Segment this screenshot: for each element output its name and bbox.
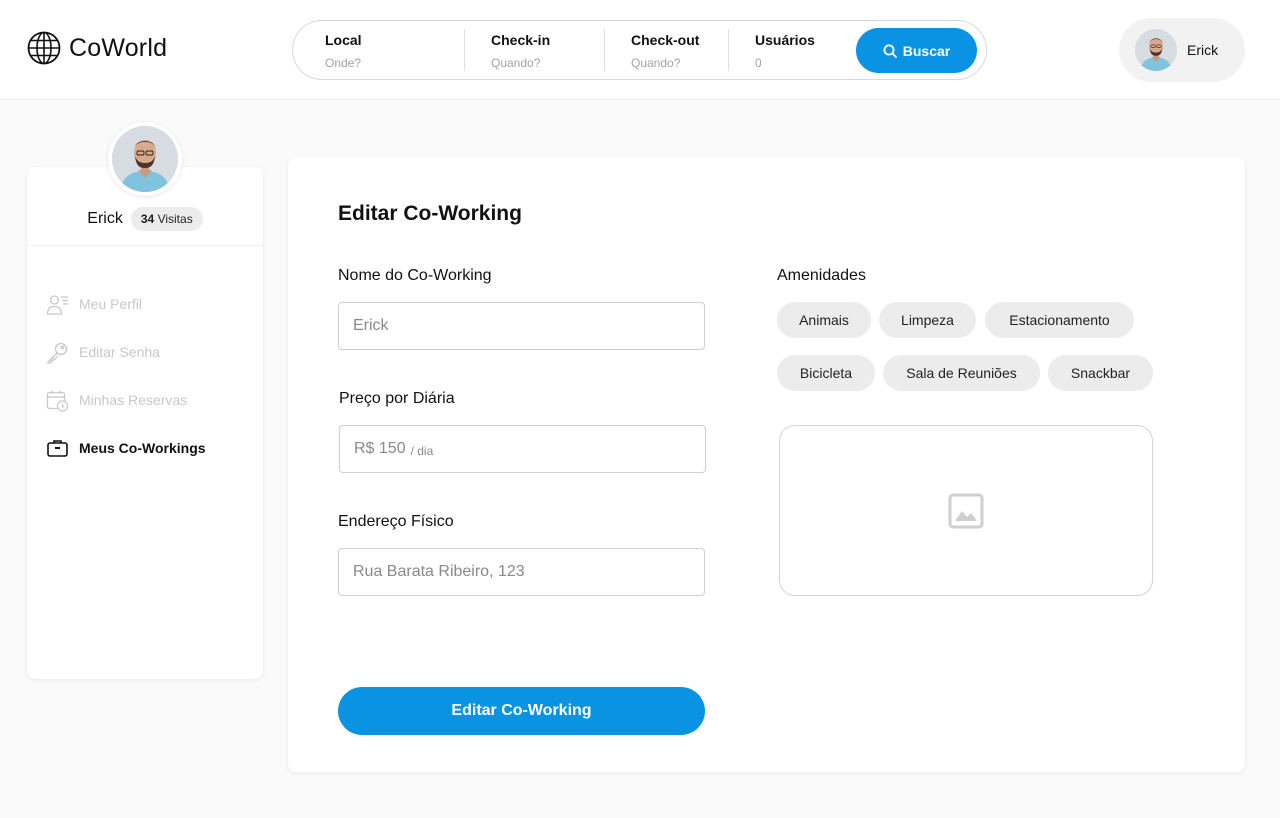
page-title: Editar Co-Working: [338, 202, 522, 225]
search-field-local[interactable]: Local Onde?: [325, 21, 465, 79]
address-value: Rua Barata Ribeiro, 123: [353, 563, 525, 580]
sidebar-item-meu-perfil[interactable]: Meu Perfil: [46, 280, 206, 328]
search-field-label: Check-in: [491, 32, 551, 48]
name-input[interactable]: Erick: [338, 302, 705, 350]
amenity-chip-limpeza[interactable]: Limpeza: [879, 302, 976, 338]
search-field-placeholder: Quando?: [491, 56, 541, 70]
search-icon: [883, 44, 897, 58]
edit-coworking-card: Editar Co-Working Nome do Co-Working Eri…: [288, 157, 1245, 772]
amenity-chip-snackbar[interactable]: Snackbar: [1048, 355, 1153, 391]
sidebar-item-label: Meu Perfil: [79, 296, 143, 312]
price-label: Preço por Diária: [339, 390, 455, 407]
sidebar-item-editar-senha[interactable]: Editar Senha: [46, 328, 206, 376]
avatar: [1135, 29, 1177, 71]
profile-summary: Erick 34 Visitas: [27, 207, 263, 231]
search-field-placeholder: 0: [755, 56, 762, 70]
name-label: Nome do Co-Working: [338, 267, 492, 284]
sidebar-menu: Meu Perfil Editar Senha Minhas Reservas: [46, 280, 206, 472]
price-input[interactable]: R$ 150 / dia: [339, 425, 706, 473]
image-icon: [948, 493, 984, 528]
search-button[interactable]: Buscar: [856, 28, 977, 73]
search-field-label: Check-out: [631, 32, 700, 48]
user-menu[interactable]: Erick: [1119, 18, 1245, 82]
amenity-chip-estacionamento[interactable]: Estacionamento: [985, 302, 1134, 338]
search-field-label: Local: [325, 32, 362, 48]
search-field-users[interactable]: Usuários 0: [755, 21, 845, 79]
user-name: Erick: [1187, 42, 1219, 58]
search-field-checkin[interactable]: Check-in Quando?: [491, 21, 601, 79]
divider: [728, 29, 729, 71]
amenity-chip-bicicleta[interactable]: Bicicleta: [777, 355, 875, 391]
image-upload-area[interactable]: [779, 425, 1153, 596]
globe-icon: [27, 31, 61, 65]
visits-label: Visitas: [157, 212, 193, 226]
sidebar-item-label: Editar Senha: [79, 344, 160, 360]
price-suffix: / dia: [410, 443, 434, 458]
price-value: R$ 150: [354, 440, 406, 457]
header: CoWorld Local Onde? Check-in Quando? Che…: [0, 0, 1280, 100]
visits-badge: 34 Visitas: [130, 207, 203, 231]
search-field-checkout[interactable]: Check-out Quando?: [631, 21, 731, 79]
profile-sidebar: Erick 34 Visitas Meu Perfil Editar Senha: [27, 167, 263, 679]
address-label: Endereço Físico: [338, 513, 454, 530]
search-bar: Local Onde? Check-in Quando? Check-out Q…: [292, 20, 987, 80]
divider: [27, 245, 263, 246]
profile-avatar: [108, 122, 182, 196]
search-field-label: Usuários: [755, 32, 815, 48]
visits-count: 34: [140, 212, 155, 226]
amenity-chip-sala-de-reunioes[interactable]: Sala de Reuniões: [883, 355, 1040, 391]
name-value: Erick: [353, 317, 389, 334]
search-field-placeholder: Onde?: [325, 56, 362, 70]
calendar-clock-icon: [46, 390, 69, 412]
user-list-icon: [46, 294, 68, 315]
avatar: [112, 126, 178, 192]
logo[interactable]: CoWorld: [27, 31, 167, 65]
amenity-chip-animais[interactable]: Animais: [777, 302, 871, 338]
key-icon: [47, 342, 68, 364]
sidebar-item-meus-co-workings[interactable]: Meus Co-Workings: [46, 424, 206, 472]
address-input[interactable]: Rua Barata Ribeiro, 123: [338, 548, 705, 596]
amenities-label: Amenidades: [777, 267, 866, 284]
edit-coworking-button[interactable]: Editar Co-Working: [338, 687, 705, 735]
divider: [464, 29, 465, 71]
profile-name: Erick: [87, 210, 123, 227]
logo-text: CoWorld: [69, 33, 168, 62]
briefcase-icon: [47, 439, 68, 457]
sidebar-item-minhas-reservas[interactable]: Minhas Reservas: [46, 376, 206, 424]
sidebar-item-label: Minhas Reservas: [79, 392, 188, 408]
search-field-placeholder: Quando?: [631, 56, 681, 70]
sidebar-item-label: Meus Co-Workings: [79, 440, 206, 456]
divider: [604, 29, 605, 71]
search-button-label: Buscar: [902, 42, 951, 59]
